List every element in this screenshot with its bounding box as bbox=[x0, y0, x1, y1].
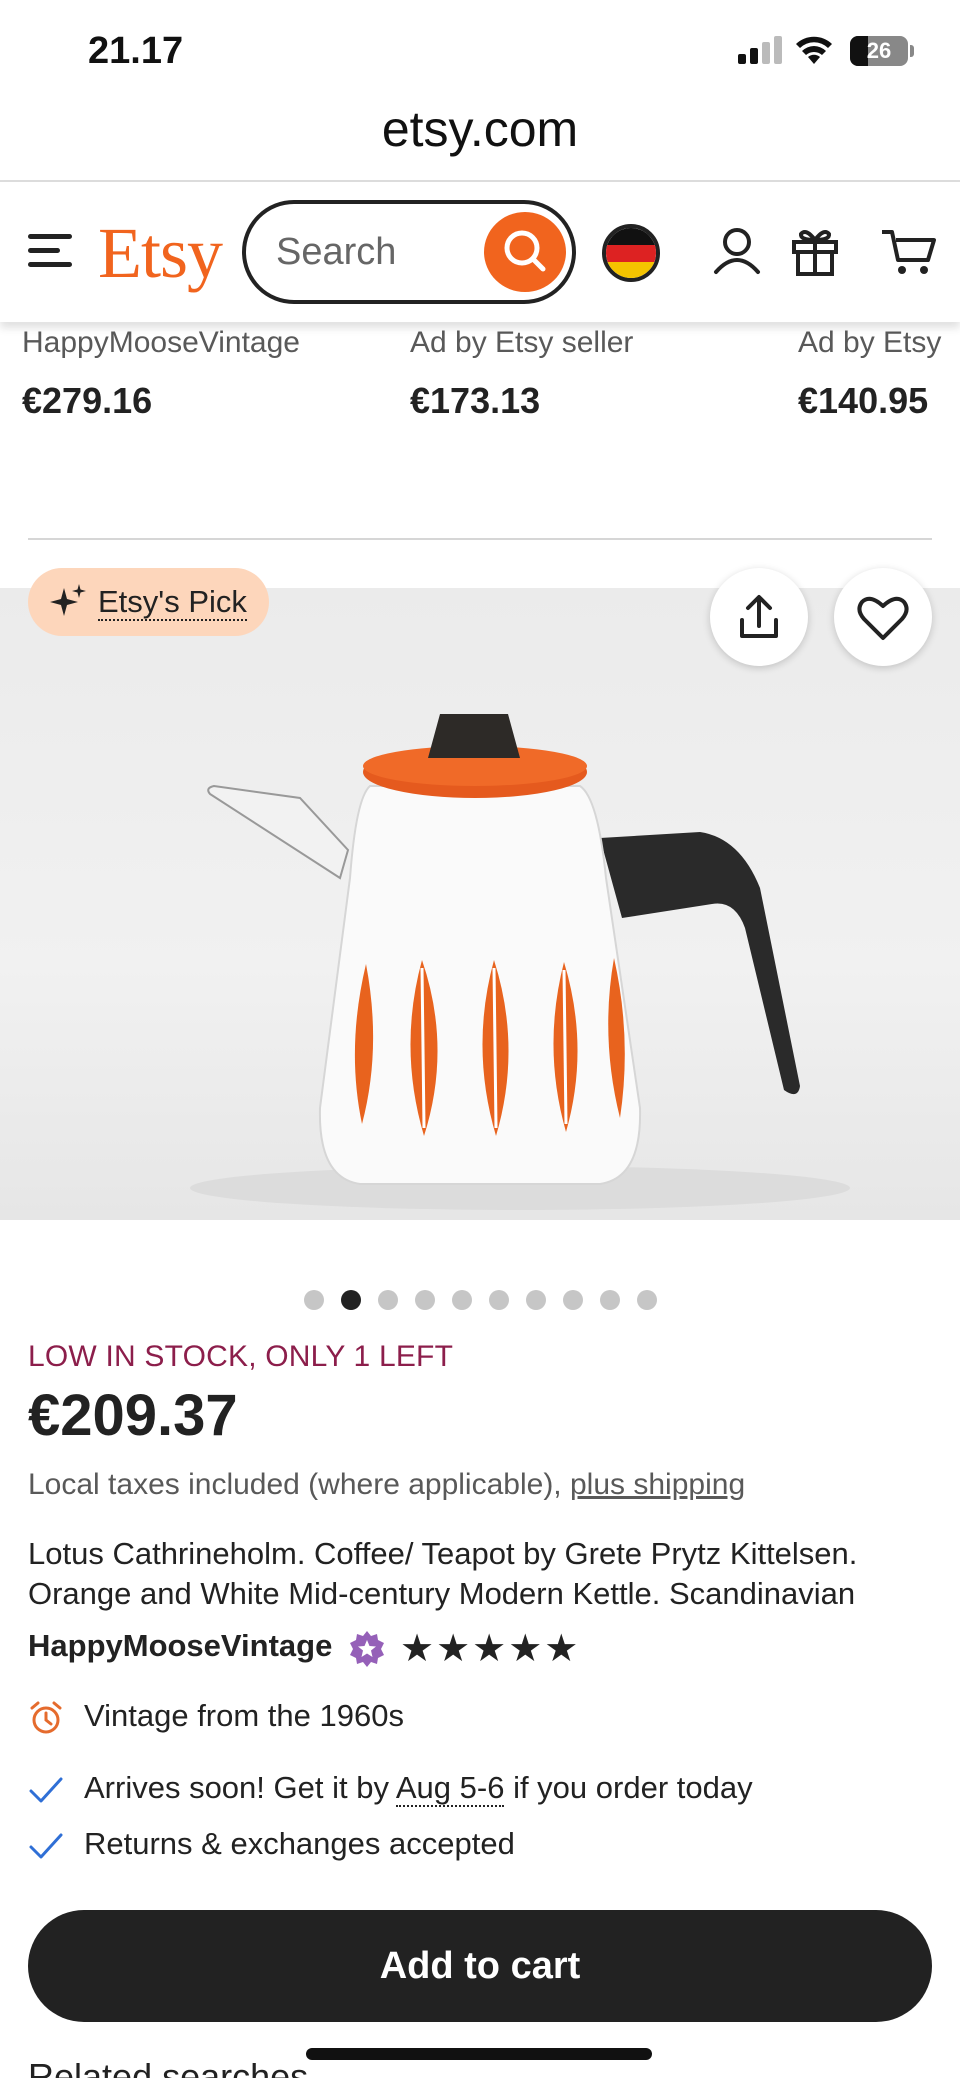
gift-icon[interactable] bbox=[788, 224, 842, 278]
url-text: etsy.com bbox=[381, 101, 579, 157]
rec-price: €173.13 bbox=[410, 380, 541, 421]
hamburger-menu-icon[interactable] bbox=[28, 232, 72, 268]
feature-arrives: Arrives soon! Get it by Aug 5-6 if you o… bbox=[28, 1768, 948, 1812]
checkmark-icon bbox=[29, 1777, 63, 1803]
teapot-illustration bbox=[190, 714, 850, 1210]
rec-seller: Ad by Etsy seller bbox=[410, 326, 634, 359]
search-bar[interactable] bbox=[242, 200, 576, 304]
star-seller-badge-icon bbox=[350, 1631, 384, 1667]
carousel-dot[interactable] bbox=[378, 1290, 398, 1310]
listing-title-line: Lotus Cathrineholm. Coffee/ Teapot by Gr… bbox=[28, 1536, 858, 1571]
recommendation-card[interactable]: HappyMooseVintage €279.16 bbox=[22, 326, 300, 422]
carousel-dot[interactable] bbox=[415, 1290, 435, 1310]
related-searches-heading: Related searches bbox=[28, 2056, 309, 2078]
image-carousel-indicator[interactable] bbox=[300, 1290, 660, 1312]
status-time: 21.17 bbox=[88, 30, 184, 72]
recommendations-strip: HappyMooseVintage €279.16 Ad by Etsy sel… bbox=[0, 322, 960, 432]
search-icon bbox=[504, 230, 546, 272]
plus-shipping-link[interactable]: plus shipping bbox=[570, 1468, 745, 1501]
account-icon[interactable] bbox=[710, 224, 764, 278]
cellular-signal-icon bbox=[738, 36, 782, 64]
add-to-cart-button[interactable]: Add to cart bbox=[28, 1910, 932, 2022]
share-icon bbox=[740, 595, 778, 638]
recommendation-card[interactable]: Ad by Etsy €140.95 bbox=[798, 326, 941, 422]
heart-icon bbox=[857, 596, 909, 640]
delivery-date-tooltip[interactable]: Aug 5-6 bbox=[395, 1770, 505, 1807]
favorite-button[interactable] bbox=[834, 568, 932, 666]
badge-label: Etsy's Pick bbox=[98, 584, 247, 621]
status-bar: 21.17 26 bbox=[0, 0, 960, 100]
product-image[interactable] bbox=[0, 588, 960, 1220]
home-indicator[interactable] bbox=[306, 2048, 652, 2060]
battery-icon: 26 bbox=[850, 36, 908, 66]
listing-price: €209.37 bbox=[28, 1383, 238, 1448]
rec-seller: HappyMooseVintage bbox=[22, 326, 300, 359]
listing-title-line: Orange and White Mid-century Modern Kett… bbox=[28, 1576, 856, 1611]
rec-price: €279.16 bbox=[22, 380, 153, 421]
checkmark-icon bbox=[29, 1833, 63, 1859]
site-header: Etsy bbox=[0, 182, 960, 322]
rec-seller: Ad by Etsy bbox=[798, 326, 942, 359]
carousel-dot[interactable] bbox=[452, 1290, 472, 1310]
tax-note: Local taxes included (where applicable),… bbox=[28, 1468, 745, 1502]
etsy-logo[interactable]: Etsy bbox=[98, 212, 223, 295]
carousel-dot[interactable] bbox=[304, 1290, 324, 1310]
wifi-icon bbox=[796, 36, 832, 64]
tax-text: Local taxes included (where applicable), bbox=[28, 1468, 562, 1501]
listing-title: Lotus Cathrineholm. Coffee/ Teapot by Gr… bbox=[28, 1534, 948, 1614]
feature-text: Returns & exchanges accepted bbox=[84, 1826, 515, 1861]
rec-price: €140.95 bbox=[798, 380, 929, 421]
cart-icon[interactable] bbox=[880, 224, 940, 278]
battery-level: 26 bbox=[866, 38, 892, 63]
carousel-dot[interactable] bbox=[526, 1290, 546, 1310]
section-divider bbox=[28, 538, 932, 540]
search-button[interactable] bbox=[484, 212, 566, 292]
feature-vintage: Vintage from the 1960s bbox=[28, 1696, 948, 1740]
carousel-dot-active[interactable] bbox=[341, 1290, 361, 1310]
germany-flag-icon[interactable] bbox=[602, 224, 660, 282]
share-button[interactable] bbox=[710, 568, 808, 666]
arrives-suffix: if you order today bbox=[513, 1770, 753, 1805]
feature-text: Vintage from the 1960s bbox=[84, 1698, 404, 1733]
carousel-dot[interactable] bbox=[600, 1290, 620, 1310]
stock-notice: LOW IN STOCK, ONLY 1 LEFT bbox=[28, 1340, 454, 1373]
feature-text: Arrives soon! Get it by Aug 5-6 if you o… bbox=[84, 1770, 753, 1807]
sparkle-icon bbox=[50, 584, 86, 616]
alarm-clock-icon bbox=[30, 1701, 62, 1734]
rating-stars[interactable]: ★★★★★ bbox=[400, 1626, 580, 1671]
address-bar[interactable]: etsy.com bbox=[0, 100, 960, 180]
etsys-pick-badge[interactable]: Etsy's Pick bbox=[28, 568, 269, 636]
shop-info: HappyMooseVintage ★★★★★ bbox=[28, 1626, 948, 1670]
feature-returns: Returns & exchanges accepted bbox=[28, 1824, 948, 1868]
carousel-dot[interactable] bbox=[489, 1290, 509, 1310]
recommendation-card[interactable]: Ad by Etsy seller €173.13 bbox=[410, 326, 633, 422]
shop-name-link[interactable]: HappyMooseVintage bbox=[28, 1628, 332, 1664]
search-input[interactable] bbox=[276, 226, 476, 278]
arrives-prefix: Arrives soon! Get it by bbox=[84, 1770, 389, 1805]
carousel-dot[interactable] bbox=[563, 1290, 583, 1310]
carousel-dot[interactable] bbox=[637, 1290, 657, 1310]
